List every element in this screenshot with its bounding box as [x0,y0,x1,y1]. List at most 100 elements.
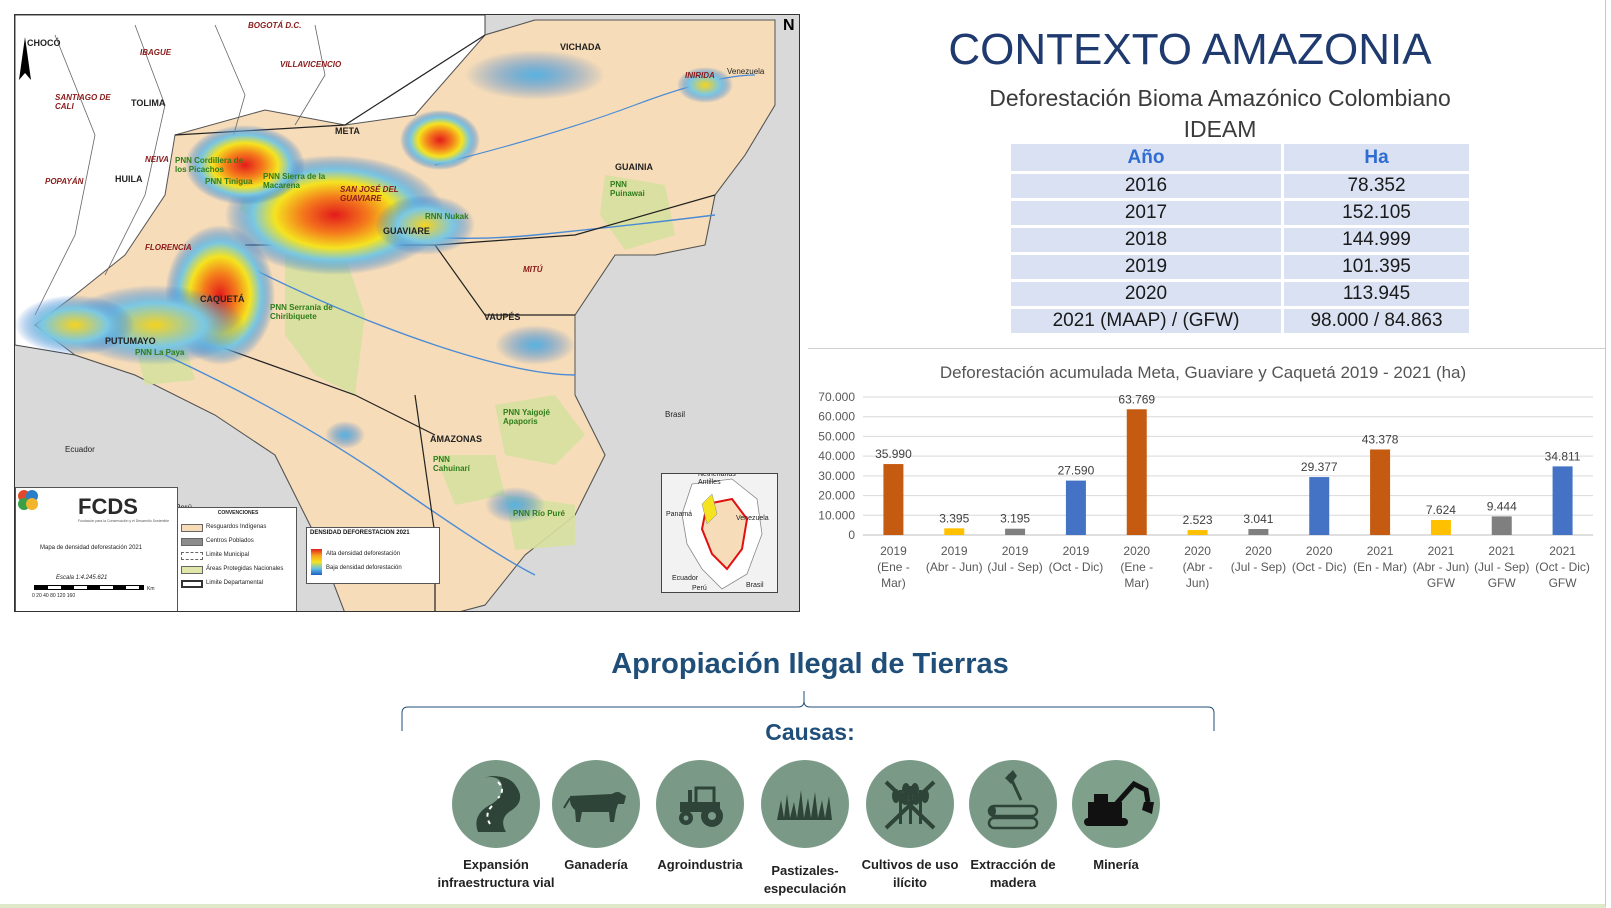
map-scale-unit: Km [147,586,155,592]
x-tick-label: (En - Mar) [1353,560,1407,574]
y-tick-label: 40.000 [818,449,855,463]
inset-label-brasil: Brasil [746,582,764,589]
table-cell-year: 2019 [1011,255,1281,279]
x-tick-label: (Oct - Dic) [1535,560,1590,574]
map-label-bogota: BOGOTÁ D.C. [248,21,302,30]
x-tick-label: (Jul - Sep) [1231,560,1286,574]
y-tick-label: 60.000 [818,410,855,424]
map-label-pnn-macarena: PNN Sierra de la Macarena [263,172,326,190]
map-label-ibague: IBAGUE [140,48,172,57]
x-tick-label: Mar) [881,576,906,590]
table-header-year: Año [1011,144,1281,171]
inset-label-peru: Perú [692,585,707,592]
map-legend-logo: FCDS Fundación para la Conservación y el… [15,487,178,611]
map-conventions: CONVENCIONES Resguardos Indígenas Centro… [177,507,297,611]
y-tick-label: 30.000 [818,469,855,483]
data-label: 9.444 [1487,499,1517,513]
inset-label-ecuador: Ecuador [672,575,699,582]
axe-log-icon [969,760,1057,848]
convention-item: Resguardos Indígenas [181,523,296,533]
table-row: 2018 144.999 [1011,228,1469,252]
x-tick-label: (Abr - Jun) [926,560,983,574]
data-label: 7.624 [1426,503,1456,517]
crossed-crops-icon [866,760,954,848]
x-tick-label: 2020 [1123,544,1150,558]
table-cell-year: 2017 [1011,201,1281,225]
data-label: 29.377 [1301,460,1338,474]
map-label-pnn-picachos: PNN Cordillera de los Picachos [175,156,244,174]
density-color-ramp [311,549,322,575]
convention-item: Limite Departamental [181,579,296,589]
x-tick-label: 2021 [1549,544,1576,558]
map-label-neiva: NEIVA [145,155,169,164]
x-tick-label: Jun) [1186,576,1209,590]
x-tick-label: 2021 [1367,544,1394,558]
chart-separator [808,348,1605,349]
map-label-meta: META [335,126,360,136]
page-subtitle: Deforestación Bioma Amazónico Colombiano [989,85,1451,111]
map-scale-bar [34,585,144,590]
x-tick-label: 2021 [1428,544,1455,558]
table-cell-ha: 101.395 [1284,255,1469,279]
x-tick-label: (Abr - [1183,560,1213,574]
section-title: Apropiación Ilegal de Tierras [611,648,1009,680]
inset-label-venezuela: Venezuela [736,515,769,522]
fcds-logo-text: FCDS [78,494,138,519]
bar [1248,529,1269,535]
bar [1552,466,1573,535]
x-tick-label: 2019 [1002,544,1029,558]
excavator-icon [1072,760,1160,848]
locator-inset-map: Netherlands Antilles Panamá Venezuela Ec… [661,473,778,593]
y-tick-label: 70.000 [818,390,855,404]
north-arrow-icon [19,37,31,80]
x-tick-label: (Jul - Sep) [987,560,1042,574]
map-label-vaupes: VAUPÉS [484,312,521,322]
convention-label: Centros Poblados [206,538,254,544]
map-label-pnn-rio-pure: PNN Río Puré [513,509,566,518]
bar-chart: 0 10.000 20.000 30.000 40.000 50.000 60.000 70.… [818,390,1593,590]
map-label-huila: HUILA [115,174,143,184]
cause-label-line1: Minería [1093,857,1139,872]
map-label-ecuador: Ecuador [65,445,95,454]
data-label: 34.811 [1545,449,1581,463]
table-row: 2016 78.352 [1011,174,1469,198]
map-label-san-jose: SAN JOSÉ DEL GUAVIARE [340,185,399,203]
density-high-label: Alta densidad deforestación [326,551,401,557]
bar [944,528,965,535]
table-cell-year: 2020 [1011,282,1281,306]
map-label-pnn-chiribiquete: PNN Serranía de Chiribiquete [270,303,333,321]
table-cell-year: 2021 (MAAP) / (GFW) [1011,309,1281,333]
convention-swatch [181,580,203,588]
x-tick-label: 2019 [941,544,968,558]
cause-label-line2: madera [989,875,1037,890]
map-label-villavicencio: VILLAVICENCIO [280,60,342,69]
convention-swatch [181,524,203,532]
table-cell-ha: 78.352 [1284,174,1469,198]
table-cell-year: 2016 [1011,174,1281,198]
page-source: IDEAM [1183,116,1257,142]
y-tick-label: 10.000 [818,508,855,522]
map-label-tolima: TOLIMA [131,98,166,108]
map-label-pnn-tinigua: PNN Tinigua [205,177,253,186]
y-tick-label: 20.000 [818,489,855,503]
map-title: Mapa de densidad deforestación 2021 [40,545,143,551]
bar [1491,516,1512,535]
convention-swatch [181,552,203,560]
bar [883,464,904,535]
cow-icon [552,760,640,848]
bar [1065,480,1086,535]
table-row: 2020 113.945 [1011,282,1469,306]
convention-swatch [181,538,203,546]
map-label-brasil: Brasil [665,410,686,419]
data-label: 3.395 [939,511,969,525]
table-header-row: Año Ha [1011,144,1469,171]
bar [1187,530,1208,535]
table-cell-ha: 144.999 [1284,228,1469,252]
convention-label: Áreas Protegidas Nacionales [206,566,284,572]
map-label-cali: SANTIAGO DE CALI [55,93,111,111]
causes-label: Causas: [765,719,855,745]
bar [1309,477,1330,535]
map-label-mitu: MITÚ [523,265,543,274]
road-icon [452,760,540,848]
map-label-guaviare: GUAVIARE [383,226,430,236]
